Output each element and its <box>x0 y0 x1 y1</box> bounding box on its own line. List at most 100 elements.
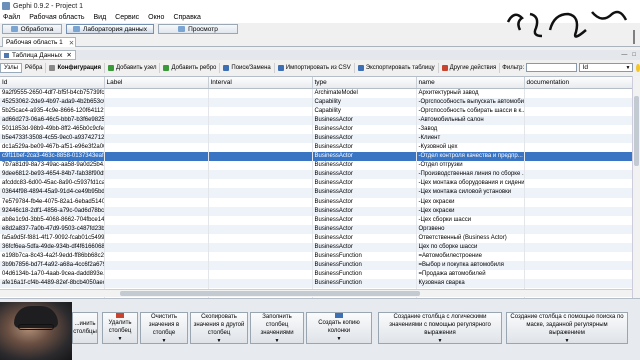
cell-type[interactable]: BusinessActor <box>312 215 417 225</box>
cell-type[interactable]: BusinessActor <box>312 142 417 153</box>
delete-column-button[interactable]: Удалить столбец ▼ <box>102 312 138 344</box>
menu-help[interactable]: Справка <box>173 14 200 21</box>
cell-type[interactable]: BusinessActor <box>312 124 417 134</box>
cell-id[interactable]: ad66d273-06a6-46c5-bbb7-b3f6e9825a4 <box>0 115 105 125</box>
cell-id[interactable]: 92446c18-2df1-4856-a79c-0ad6d78bc93f <box>0 206 105 216</box>
cell-type[interactable]: ArchimateModel <box>312 88 417 98</box>
cell-label[interactable] <box>104 215 209 225</box>
cell-type[interactable]: BusinessActor <box>312 161 417 171</box>
table-row[interactable]: ad66d273-06a6-46c5-bbb7-b3f6e9825a4 Busin… <box>0 115 632 125</box>
cell-label[interactable] <box>104 261 209 271</box>
merge-columns-button[interactable]: ...инить столбцы <box>72 312 98 344</box>
cell-interval[interactable] <box>208 115 313 125</box>
cell-name[interactable]: -Цех монтажа оборудования и сидений <box>416 179 525 189</box>
cell-documentation[interactable] <box>524 142 632 153</box>
cell-interval[interactable] <box>208 179 313 189</box>
menu-file[interactable]: Файл <box>3 14 20 21</box>
cell-interval[interactable] <box>208 197 313 207</box>
cell-type[interactable]: BusinessFunction <box>312 279 417 289</box>
cell-label[interactable] <box>104 142 209 153</box>
cell-id[interactable]: 03644f98-4894-45a9-91d4-ce49b95bdb32 <box>0 188 105 198</box>
cell-label[interactable] <box>104 206 209 216</box>
maximize-icon[interactable]: □ <box>632 52 636 58</box>
table-row[interactable]: e198b7ca-8c43-4a2f-9edd-ff86bb68c2fe2 Bus… <box>0 252 632 262</box>
table-row[interactable]: fa5a9d5f-f881-4f17-9092-fcab01c54998 Busi… <box>0 233 632 243</box>
cell-interval[interactable] <box>208 124 313 134</box>
cell-documentation[interactable] <box>524 152 632 162</box>
close-icon[interactable]: ✕ <box>66 51 71 59</box>
cell-label[interactable] <box>104 188 209 198</box>
table-row[interactable]: 92446c18-2df1-4856-a79c-0ad6d78bc93f Busi… <box>0 206 632 216</box>
cell-label[interactable] <box>104 233 209 243</box>
table-row[interactable]: 9a2f9555-2650-4df7-bf5f-b4cb75739fcb Arch… <box>0 88 632 98</box>
cell-documentation[interactable] <box>524 115 632 125</box>
cell-type[interactable]: BusinessActor <box>312 243 417 253</box>
regex-match-column-button[interactable]: Создание столбца с помощью поиска по мас… <box>506 312 628 344</box>
cell-id[interactable]: dc1a529a-be09-467b-af51-e96e3f2a0020 <box>0 142 105 153</box>
cell-id[interactable]: 7e579784-fb4e-4075-82a1-6ebad5140... <box>0 197 105 207</box>
cell-name[interactable]: -Клиент <box>416 133 525 143</box>
cell-label[interactable] <box>104 152 209 162</box>
cell-type[interactable]: BusinessActor <box>312 197 417 207</box>
export-table-button[interactable]: Экспортировать таблицу <box>355 62 439 73</box>
cell-type[interactable]: BusinessActor <box>312 206 417 216</box>
tab-data-laboratory[interactable]: Лаборатория данных <box>66 24 154 34</box>
cell-id[interactable]: ab8e1c9d-3bb5-4068-8662-704fbce14c9e <box>0 215 105 225</box>
cell-interval[interactable] <box>208 233 313 243</box>
table-row[interactable]: afe16a1f-cf4b-4489-82ef-8bcb4050aec6 Busi… <box>0 279 632 289</box>
regex-boolean-column-button[interactable]: Создание столбца с логическими значениям… <box>378 312 502 344</box>
table-row[interactable]: ab8e1c9d-3bb5-4068-8662-704fbce14c9e Busi… <box>0 215 632 225</box>
menu-window[interactable]: Окно <box>148 14 164 21</box>
cell-interval[interactable] <box>208 188 313 198</box>
cell-documentation[interactable] <box>524 88 632 98</box>
table-row[interactable]: b5e4733f-3508-4c55-9ec0-a93742712ee2 Busi… <box>0 133 632 143</box>
cell-name[interactable]: -Кузовной цех <box>416 142 525 153</box>
table-row[interactable]: 36fcf6ea-5dfa-49de-934b-df4f6166068f4 Bus… <box>0 243 632 253</box>
cell-label[interactable] <box>104 97 209 107</box>
cell-id[interactable]: afe16a1f-cf4b-4489-82ef-8bcb4050aec6 <box>0 279 105 289</box>
add-node-button[interactable]: Добавить узел <box>105 62 161 73</box>
cell-type[interactable]: Capability <box>312 106 417 116</box>
cell-documentation[interactable] <box>524 279 632 289</box>
horizontal-scrollbar[interactable] <box>0 289 632 297</box>
cell-interval[interactable] <box>208 170 313 180</box>
cell-id[interactable]: 04d6134b-1a70-4aab-9cea-dadd893e... <box>0 270 105 280</box>
cell-interval[interactable] <box>208 97 313 107</box>
cell-id[interactable]: afcddc83-6d00-45ac-8a90-c5937fd1ca29 <box>0 179 105 189</box>
cell-id[interactable]: c9f11bef-2ca3-463c-8858-0137343eafc0 <box>0 152 105 162</box>
table-row[interactable]: dc1a529a-be09-467b-af51-e96e3f2a0020 Busi… <box>0 142 632 153</box>
cell-name[interactable]: Оргзвено <box>416 224 525 234</box>
cell-label[interactable] <box>104 124 209 134</box>
cell-documentation[interactable] <box>524 270 632 280</box>
cell-id[interactable]: e8d2a837-7a0b-47d9-9503-c487fd23b... <box>0 224 105 234</box>
cell-name[interactable]: -Отдел контроля качества и предпр... <box>416 152 525 162</box>
cell-name[interactable]: Ответственный (Business Actor) <box>416 233 525 243</box>
table-row[interactable]: 7e579784-fb4e-4075-82a1-6ebad5140... Busi… <box>0 197 632 207</box>
cell-documentation[interactable] <box>524 224 632 234</box>
cell-label[interactable] <box>104 161 209 171</box>
cell-id[interactable]: e198b7ca-8c43-4a2f-9edd-ff86bb68c2fe2 <box>0 252 105 262</box>
cell-documentation[interactable] <box>524 188 632 198</box>
cell-documentation[interactable] <box>524 233 632 243</box>
cell-name[interactable]: Архитектурный завод <box>416 88 525 98</box>
cell-id[interactable]: 9dee6812-be93-4654-84b7-fab38f90df63 <box>0 170 105 180</box>
cell-label[interactable] <box>104 170 209 180</box>
cell-label[interactable] <box>104 133 209 143</box>
cell-label[interactable] <box>104 179 209 189</box>
cell-interval[interactable] <box>208 261 313 271</box>
table-row[interactable]: 03644f98-4894-45a9-91d4-ce49b95bdb32 Busi… <box>0 188 632 198</box>
import-csv-button[interactable]: Импортировать из CSV <box>275 62 355 73</box>
more-actions-button[interactable]: Другие действия <box>439 62 501 73</box>
cell-id[interactable]: 5011853d-98b9-49bb-8ff2-465b0c9cfe09 <box>0 124 105 134</box>
scrollbar-thumb[interactable] <box>120 291 420 296</box>
cell-documentation[interactable] <box>524 179 632 189</box>
cell-interval[interactable] <box>208 133 313 143</box>
cell-type[interactable]: BusinessActor <box>312 224 417 234</box>
cell-label[interactable] <box>104 279 209 289</box>
edges-toggle[interactable]: Рёбра <box>22 62 47 73</box>
table-row[interactable]: e8d2a837-7a0b-47d9-9503-c487fd23b... Busi… <box>0 224 632 234</box>
table-row[interactable]: 7b7a81d9-8a73-49ac-aa58-9a0d25b4... Busin… <box>0 161 632 171</box>
add-edge-button[interactable]: Добавить ребро <box>160 62 221 73</box>
column-header-id[interactable]: Id <box>0 77 105 89</box>
cell-documentation[interactable] <box>524 206 632 216</box>
